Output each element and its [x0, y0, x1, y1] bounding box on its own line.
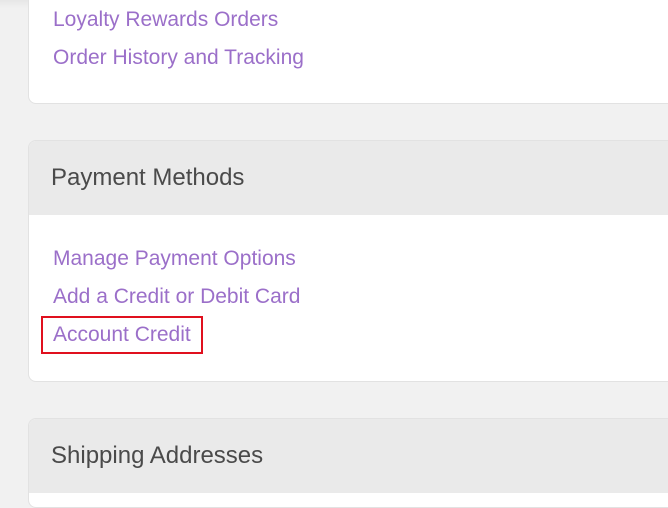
link-account-credit[interactable]: Account Credit [41, 316, 203, 354]
orders-panel: Loyalty Rewards Orders Order History and… [28, 0, 668, 104]
payment-methods-panel: Payment Methods Manage Payment Options A… [28, 140, 668, 382]
link-loyalty-rewards-orders[interactable]: Loyalty Rewards Orders [53, 1, 668, 39]
payment-links: Manage Payment Options Add a Credit or D… [29, 215, 668, 354]
account-page: Loyalty Rewards Orders Order History and… [0, 0, 668, 508]
link-order-history-tracking[interactable]: Order History and Tracking [53, 39, 668, 77]
link-manage-payment-options[interactable]: Manage Payment Options [53, 240, 668, 278]
link-account-credit-wrapper[interactable]: Account Credit [41, 316, 668, 354]
payment-methods-title: Payment Methods [29, 141, 668, 215]
shipping-addresses-panel: Shipping Addresses [28, 418, 668, 508]
link-add-credit-debit-card[interactable]: Add a Credit or Debit Card [53, 278, 668, 316]
shipping-addresses-title: Shipping Addresses [29, 419, 668, 493]
orders-links: Loyalty Rewards Orders Order History and… [29, 0, 668, 77]
